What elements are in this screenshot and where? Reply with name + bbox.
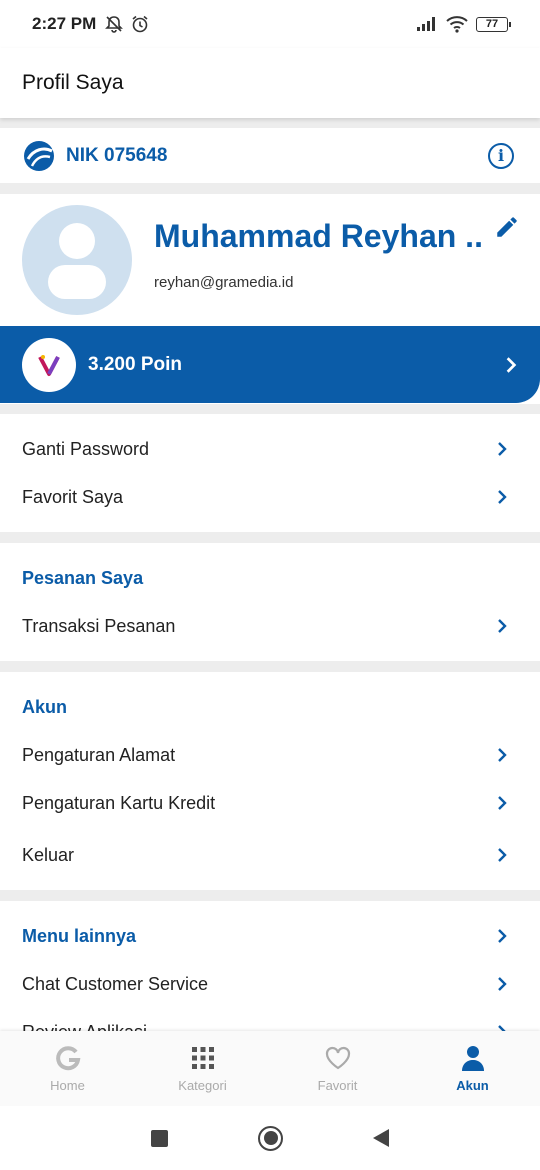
menu-item-label: Ganti Password xyxy=(22,438,150,459)
chevron-right-icon xyxy=(498,929,507,943)
section-header-akun: Akun xyxy=(0,683,540,731)
nav-item-akun[interactable]: Akun xyxy=(405,1031,540,1106)
profile-card: Muhammad Reyhan ... reyhan@gramedia.id 3… xyxy=(0,194,540,404)
nav-item-kategori[interactable]: Kategori xyxy=(135,1031,270,1106)
home-icon-dot xyxy=(263,1131,278,1145)
menu-item-label: Review Aplikasi xyxy=(22,1022,147,1032)
menu-item-review-aplikasi[interactable]: Review Aplikasi xyxy=(0,1008,540,1031)
info-icon[interactable]: i xyxy=(488,142,514,169)
section-title: Akun xyxy=(22,696,67,717)
menu-item-label: Pengaturan Kartu Kredit xyxy=(22,792,216,813)
quick-links-section: Ganti Password Favorit Saya xyxy=(0,414,540,532)
nav-label: Akun xyxy=(456,1078,489,1093)
chevron-right-icon xyxy=(498,748,507,762)
menu-item-pengaturan-kartu-kredit[interactable]: Pengaturan Kartu Kredit xyxy=(0,779,540,827)
profile-name: Muhammad Reyhan ... xyxy=(154,218,484,254)
system-nav-bar xyxy=(0,1106,540,1170)
home-icon[interactable] xyxy=(258,1125,283,1151)
menu-item-ganti-password[interactable]: Ganti Password xyxy=(0,425,540,473)
menu-item-label: Chat Customer Service xyxy=(22,973,209,994)
nav-label: Favorit xyxy=(317,1078,358,1093)
nav-item-favorit[interactable]: Favorit xyxy=(270,1031,405,1106)
menu-item-label: Favorit Saya xyxy=(22,486,124,507)
avatar-body xyxy=(48,265,106,299)
bottom-nav: Home Kategori Favorit Akun xyxy=(0,1031,540,1106)
heart-icon xyxy=(325,1046,350,1070)
page-title: Profil Saya xyxy=(22,71,124,94)
alarm-icon xyxy=(132,15,148,33)
edit-icon[interactable] xyxy=(494,214,520,240)
gramedia-logo-icon xyxy=(24,140,54,171)
points-label: 3.200 Poin xyxy=(88,353,182,375)
poin-logo-icon xyxy=(22,337,76,392)
menu-item-label: Pengaturan Alamat xyxy=(22,744,176,765)
menu-item-chat-customer-service[interactable]: Chat Customer Service xyxy=(0,960,540,1008)
chevron-right-icon xyxy=(498,796,507,810)
chevron-right-icon xyxy=(498,1025,506,1031)
section-header-pesanan: Pesanan Saya xyxy=(0,554,540,602)
signal-icon xyxy=(417,17,435,31)
chevron-right-icon xyxy=(498,848,507,862)
nav-label: Home xyxy=(50,1078,85,1093)
chevron-right-icon xyxy=(498,442,507,456)
notifications-off-icon xyxy=(105,16,124,33)
menu-item-label: Keluar xyxy=(22,844,75,865)
chevron-right-icon xyxy=(506,356,517,373)
app-bar: Profil Saya xyxy=(0,48,540,118)
status-time: 2:27 PM xyxy=(32,14,97,33)
section-title: Pesanan Saya xyxy=(22,567,144,588)
profile-email: reyhan@gramedia.id xyxy=(154,274,294,291)
menu-item-favorit-saya[interactable]: Favorit Saya xyxy=(0,473,540,521)
menu-item-pengaturan-alamat[interactable]: Pengaturan Alamat xyxy=(0,731,540,779)
orders-section: Pesanan Saya Transaksi Pesanan xyxy=(0,543,540,661)
grid-icon xyxy=(191,1047,214,1069)
back-icon[interactable] xyxy=(373,1129,389,1147)
points-bar[interactable]: 3.200 Poin xyxy=(0,326,540,403)
avatar[interactable] xyxy=(22,205,132,315)
account-section: Akun Pengaturan Alamat Pengaturan Kartu … xyxy=(0,672,540,890)
nik-row: NIK 075648 i xyxy=(0,128,540,183)
nik-label: NIK 075648 xyxy=(66,144,168,166)
nav-item-home[interactable]: Home xyxy=(0,1031,135,1106)
section-header-menu-lainnya[interactable]: Menu lainnya xyxy=(0,912,540,960)
status-bar: 2:27 PM 77 xyxy=(0,0,540,48)
avatar-head xyxy=(59,223,95,259)
user-icon xyxy=(461,1046,484,1071)
recents-icon[interactable] xyxy=(151,1129,168,1147)
menu-item-transaksi-pesanan[interactable]: Transaksi Pesanan xyxy=(0,602,540,650)
menu-item-keluar[interactable]: Keluar xyxy=(0,827,540,883)
nav-label: Kategori xyxy=(178,1078,227,1093)
menu-item-label: Transaksi Pesanan xyxy=(22,615,176,636)
chevron-right-icon xyxy=(498,490,507,504)
more-section: Menu lainnya Chat Customer Service Revie… xyxy=(0,901,540,1031)
chevron-right-icon xyxy=(498,619,507,633)
gramedia-g-icon xyxy=(55,1046,80,1071)
battery-indicator: 77 xyxy=(476,16,511,32)
chevron-right-icon xyxy=(498,977,507,991)
section-title: Menu lainnya xyxy=(22,925,137,946)
wifi-icon xyxy=(446,16,468,33)
